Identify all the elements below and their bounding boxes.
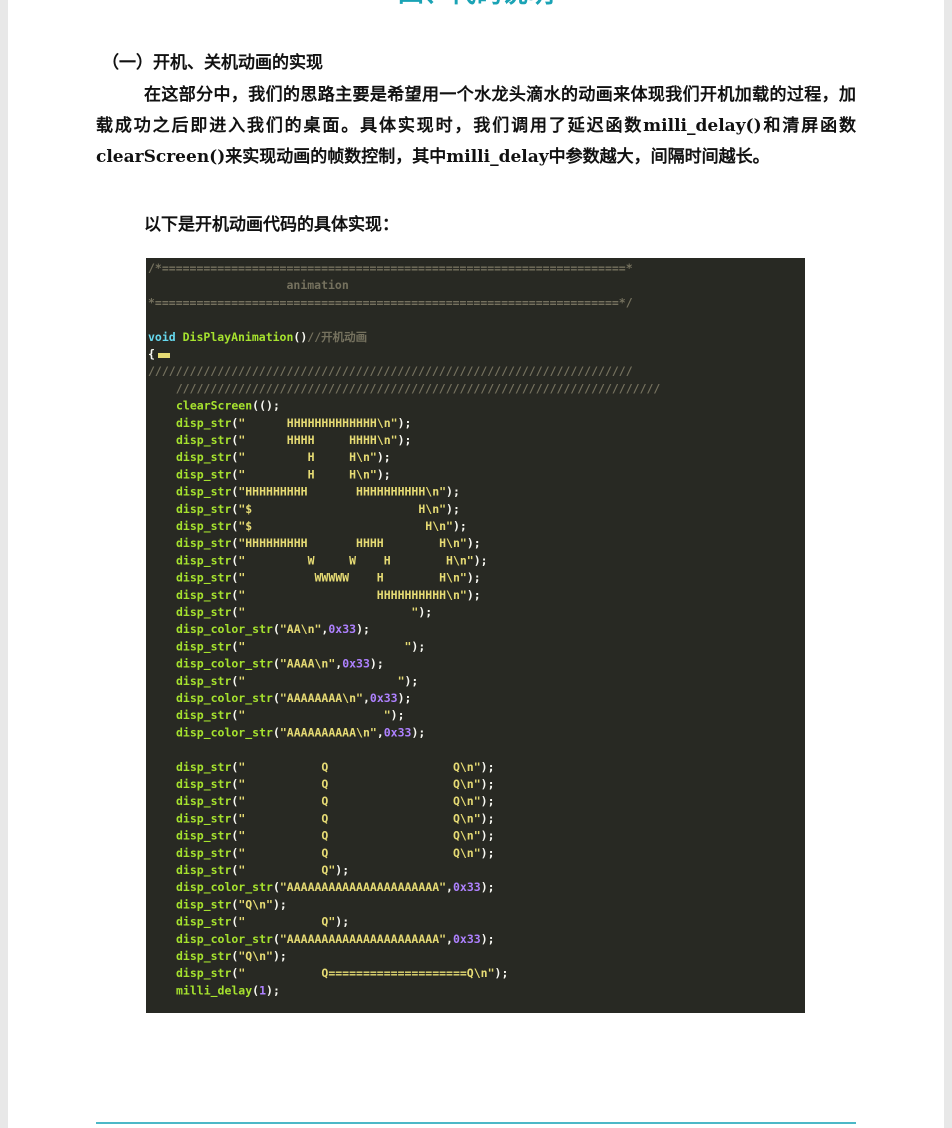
code-statement-10: disp_str(" WWWWW H H\n");	[176, 571, 481, 586]
code-statement-23: disp_str(" Q Q\n");	[176, 794, 495, 809]
document-page: 四、代码说明 （一）开机、关机动画的实现 在这部分中，我们的思路主要是希望用一个…	[8, 0, 944, 1128]
code-statement-12: disp_str(" ");	[176, 605, 432, 620]
code-statement-19: disp_color_str("AAAAAAAAAA\n",0x33);	[176, 725, 425, 740]
code-statement-16: disp_str(" ");	[176, 674, 418, 689]
footer-divider	[96, 1122, 856, 1124]
code-statement-7: disp_str("$ H\n");	[176, 519, 467, 534]
code-statement-1: disp_str(" HHHHHHHHHHHHH\n");	[176, 416, 411, 431]
text-cursor-marker	[158, 353, 170, 358]
section-title: 四、代码说明	[8, 0, 944, 10]
code-open-brace: {	[148, 347, 155, 361]
code-statement-8: disp_str("HHHHHHHHH HHHH H\n");	[176, 536, 481, 551]
code-statement-6: disp_str("$ H\n");	[176, 502, 460, 517]
code-slash-separator-1: ////////////////////////////////////////…	[148, 364, 633, 378]
code-statement-4: disp_str(" H H\n");	[176, 467, 391, 482]
code-listing: /*======================================…	[148, 261, 660, 998]
code-statement-30: disp_str(" Q");	[176, 915, 349, 930]
code-statement-22: disp_str(" Q Q\n");	[176, 777, 495, 792]
code-statement-25: disp_str(" Q Q\n");	[176, 829, 495, 844]
code-statement-29: disp_str("Q\n");	[176, 897, 287, 912]
code-statement-0: clearScreen(();	[176, 399, 280, 413]
code-header-comment-2: *=======================================…	[148, 295, 633, 309]
code-statement-24: disp_str(" Q Q\n");	[176, 811, 495, 826]
body-paragraph-1: 在这部分中，我们的思路主要是希望用一个水龙头滴水的动画来体现我们开机加载的过程，…	[96, 85, 856, 167]
code-function-signature: void DisPlayAnimation()//开机动画	[148, 330, 367, 344]
code-statement-27: disp_str(" Q");	[176, 863, 349, 878]
body-paragraph-2: 以下是开机动画代码的具体实现：	[144, 215, 399, 235]
code-statement-17: disp_color_str("AAAAAAAA\n",0x33);	[176, 691, 411, 706]
code-statement-18: disp_str(" ");	[176, 708, 405, 723]
code-statement-2: disp_str(" HHHH HHHH\n");	[176, 433, 411, 448]
code-statement-34: milli_delay(1);	[176, 983, 280, 998]
code-header-comment-0: /*======================================…	[148, 261, 633, 275]
code-statement-32: disp_str("Q\n");	[176, 949, 287, 964]
code-slash-separator-2: ////////////////////////////////////////…	[148, 381, 660, 395]
code-statement-3: disp_str(" H H\n");	[176, 450, 391, 465]
code-screenshot: /*======================================…	[146, 258, 805, 1013]
code-statement-31: disp_color_str("AAAAAAAAAAAAAAAAAAAAAA",…	[176, 932, 495, 947]
code-statement-26: disp_str(" Q Q\n");	[176, 846, 495, 861]
code-statement-33: disp_str(" Q====================Q\n");	[176, 966, 508, 981]
code-statement-11: disp_str(" HHHHHHHHHH\n");	[176, 588, 481, 603]
code-header-comment-1: animation	[148, 278, 349, 292]
code-statement-28: disp_color_str("AAAAAAAAAAAAAAAAAAAAAA",…	[176, 880, 495, 895]
code-statement-13: disp_color_str("AA\n",0x33);	[176, 622, 370, 637]
subsection-heading: （一）开机、关机动画的实现	[102, 53, 323, 73]
code-statement-5: disp_str("HHHHHHHHH HHHHHHHHHH\n");	[176, 485, 460, 500]
code-statement-9: disp_str(" W W H H\n");	[176, 553, 488, 568]
code-statement-21: disp_str(" Q Q\n");	[176, 760, 495, 775]
code-statement-14: disp_str(" ");	[176, 639, 425, 654]
code-statement-15: disp_color_str("AAAA\n",0x33);	[176, 657, 384, 672]
